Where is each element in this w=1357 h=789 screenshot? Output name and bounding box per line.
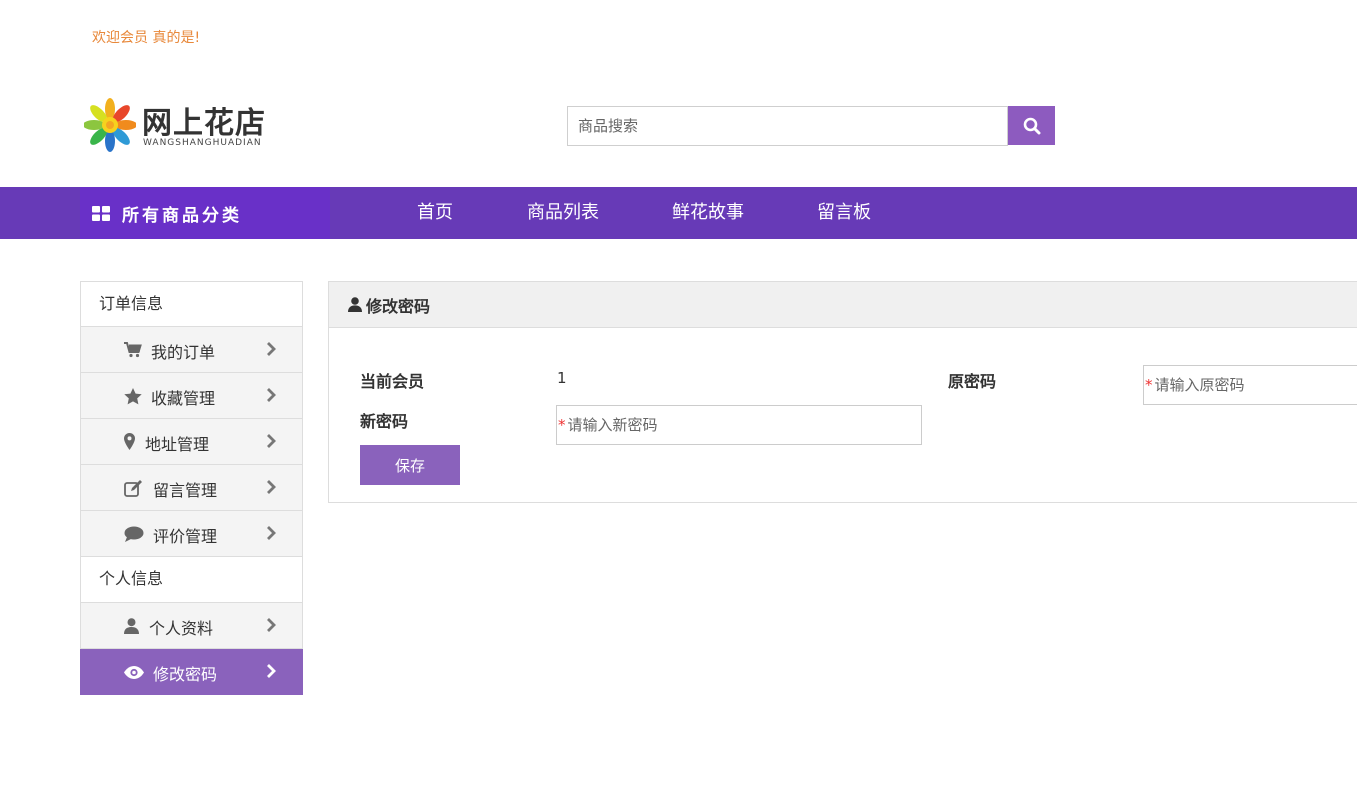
user-sidebar: 订单信息 我的订单 收藏管理 地址管理 留言管理 评价管理 个人信息 个人资料 … (80, 281, 303, 695)
logo-title: 网上花店 (142, 106, 266, 141)
sidebar-item-my-orders[interactable]: 我的订单 (80, 327, 303, 373)
sidebar-item-label: 评价管理 (153, 527, 218, 546)
grid-icon (92, 205, 110, 221)
all-categories-label: 所有商品分类 (122, 205, 242, 226)
user-icon (348, 297, 362, 312)
chevron-right-icon (267, 664, 276, 678)
welcome-text: 欢迎会员 真的是! (92, 30, 201, 46)
sidebar-item-label: 收藏管理 (151, 389, 216, 408)
sidebar-item-label: 地址管理 (145, 435, 210, 454)
nav-item-product-list[interactable]: 商品列表 (527, 187, 599, 239)
nav-item-message-board[interactable]: 留言板 (817, 187, 871, 239)
map-marker-icon (124, 433, 135, 450)
cart-icon (124, 342, 142, 358)
sidebar-section-order-info: 订单信息 (80, 281, 303, 327)
flower-logo-icon (84, 98, 136, 152)
chevron-right-icon (267, 388, 276, 402)
sidebar-item-addresses[interactable]: 地址管理 (80, 419, 303, 465)
chevron-right-icon (267, 480, 276, 494)
sidebar-item-label: 我的订单 (151, 343, 216, 362)
search-button[interactable] (1008, 106, 1055, 145)
panel-title: 修改密码 (366, 296, 431, 316)
sidebar-item-change-password[interactable]: 修改密码 (80, 649, 303, 695)
current-member-label: 当前会员 (360, 372, 425, 391)
nav-item-flower-stories[interactable]: 鲜花故事 (672, 187, 744, 239)
required-mark: * (1145, 376, 1153, 394)
chevron-right-icon (267, 526, 276, 540)
save-button[interactable]: 保存 (360, 445, 460, 485)
change-password-panel: 修改密码 当前会员 1 原密码 * 新密码 * 保存 (328, 281, 1357, 503)
sidebar-section-personal-info: 个人信息 (80, 557, 303, 603)
chevron-right-icon (267, 618, 276, 632)
site-logo[interactable]: 网上花店 WANGSHANGHUADIAN (84, 98, 284, 153)
star-icon (124, 388, 142, 405)
nav-item-home[interactable]: 首页 (417, 187, 453, 239)
chevron-right-icon (267, 342, 276, 356)
eye-icon (124, 666, 144, 679)
new-password-label: 新密码 (360, 412, 409, 431)
old-password-label: 原密码 (948, 372, 997, 391)
sidebar-item-profile[interactable]: 个人资料 (80, 603, 303, 649)
logo-subtitle: WANGSHANGHUADIAN (143, 138, 262, 148)
sidebar-item-label: 个人资料 (149, 619, 214, 638)
all-categories-menu[interactable]: 所有商品分类 (80, 187, 330, 239)
sidebar-item-reviews[interactable]: 评价管理 (80, 511, 303, 557)
old-password-field[interactable]: * (1143, 365, 1357, 405)
sidebar-item-favorites[interactable]: 收藏管理 (80, 373, 303, 419)
user-icon (124, 618, 139, 634)
chevron-right-icon (267, 434, 276, 448)
panel-header: 修改密码 (329, 282, 1357, 328)
edit-icon (124, 480, 142, 497)
required-mark: * (558, 416, 566, 434)
sidebar-item-label: 留言管理 (153, 481, 218, 500)
comment-icon (124, 526, 144, 542)
old-password-input[interactable] (1154, 376, 1357, 394)
sidebar-item-label: 修改密码 (153, 665, 218, 684)
sidebar-item-messages[interactable]: 留言管理 (80, 465, 303, 511)
new-password-input[interactable] (567, 416, 921, 434)
new-password-field[interactable]: * (556, 405, 922, 445)
current-member-value: 1 (557, 369, 567, 387)
search-input[interactable] (567, 106, 1008, 146)
main-navbar: 所有商品分类 首页 商品列表 鲜花故事 留言板 (0, 187, 1357, 239)
search-icon (1023, 117, 1040, 134)
